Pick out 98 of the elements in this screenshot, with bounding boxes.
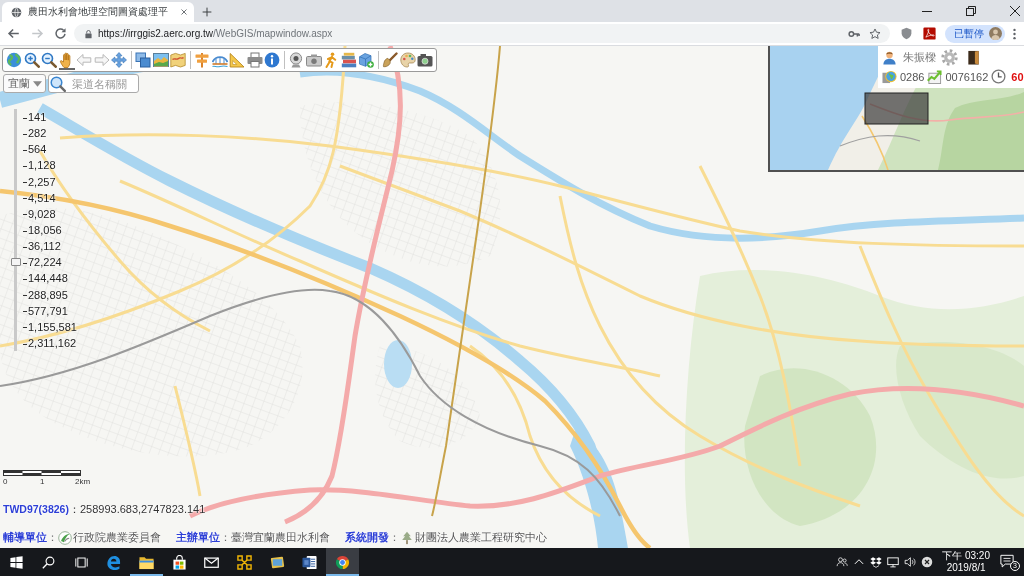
zoom-scale-label[interactable]: 72,224 (23, 254, 62, 271)
zoom-scale-label[interactable]: 2,257 (23, 173, 56, 190)
browser-icon (106, 554, 122, 570)
network-nodes-icon (237, 554, 253, 570)
tree-logo-icon (400, 530, 414, 545)
folder-icon (139, 554, 155, 570)
profile-button[interactable]: 已暫停 (945, 24, 1005, 43)
folded-map-icon[interactable] (170, 52, 186, 68)
user-code: 0286 (900, 70, 925, 83)
cube-plus-icon[interactable] (358, 52, 374, 68)
globe-icon (882, 69, 897, 84)
caret-down-icon (33, 80, 42, 87)
palette-icon[interactable] (399, 52, 416, 68)
avatar-icon (989, 27, 1002, 40)
camera-icon[interactable] (305, 52, 322, 68)
clock-icon (991, 69, 1007, 84)
clock-time[interactable]: 下午 03:20 (942, 550, 990, 562)
signpost-icon[interactable] (194, 52, 210, 68)
credit-label: 主辦單位： (176, 530, 231, 545)
credit-label: 輔導單位： (3, 530, 58, 545)
four-arrows-icon[interactable] (111, 52, 127, 68)
speaker-icon[interactable] (904, 556, 917, 568)
zoom-scale-label[interactable]: 1,128 (23, 157, 56, 174)
search-icon[interactable] (42, 555, 56, 569)
menu-icon[interactable] (1013, 27, 1016, 40)
user-icon (882, 50, 897, 65)
zoom-out-icon[interactable] (41, 52, 57, 68)
scale-label: 2km (75, 477, 91, 486)
url-text: https://irrggis2.aerc.org.tw/WebGIS/mapwindow.aspx (98, 28, 333, 39)
webcam-icon[interactable] (288, 52, 304, 68)
coordinate-system-label: TWD97(3826) (3, 503, 69, 515)
zoom-scale-label[interactable]: 282 (23, 125, 47, 142)
zoom-scale-label[interactable]: 2,311,162 (23, 334, 77, 352)
shield-icon[interactable] (900, 27, 913, 40)
circle-browser-icon (335, 554, 351, 570)
zoom-scale-label[interactable]: 36,112 (23, 238, 61, 255)
scale-label: 1 (40, 477, 45, 486)
credit-value: 臺灣宜蘭農田水利會 (231, 530, 330, 545)
taskbar-button[interactable] (326, 548, 359, 576)
zoom-slider-track[interactable] (11, 109, 21, 352)
zoom-scale-label[interactable]: 141 (23, 109, 47, 126)
start-icon[interactable] (9, 555, 23, 569)
channel-search-field[interactable]: 渠道名稱關 (48, 74, 139, 93)
search-icon (50, 75, 66, 92)
zoom-slider-thumb[interactable] (11, 257, 21, 266)
credit-value: 行政院農業委員會 (73, 530, 161, 545)
door-icon[interactable] (966, 50, 981, 65)
lock-icon (84, 28, 93, 39)
credit-label: 系統開發： (345, 530, 400, 545)
clock-date[interactable]: 2019/8/1 (946, 562, 986, 574)
task-view-icon[interactable] (74, 555, 88, 569)
close-icon[interactable] (1010, 6, 1020, 16)
zoom-scale-label[interactable]: 18,056 (23, 222, 62, 239)
credit-value: 財團法人農業工程研究中心 (415, 530, 547, 545)
layers-icon[interactable] (135, 52, 151, 68)
zoom-scale-label[interactable]: 288,895 (23, 286, 68, 303)
globe-icon[interactable] (6, 52, 22, 68)
zoom-scale-label[interactable]: 1,155,581 (23, 318, 77, 335)
restore-icon[interactable] (966, 6, 976, 16)
zoom-in-icon[interactable] (23, 52, 40, 68)
hand-icon[interactable] (58, 52, 75, 70)
globe-icon (11, 6, 22, 18)
info-icon[interactable] (264, 52, 280, 68)
zoom-scale-label[interactable]: 577,791 (23, 302, 68, 319)
zoom-scale-label[interactable]: 4,514 (23, 189, 56, 206)
session-timer: 60 (1011, 70, 1024, 83)
scale-label: 0 (3, 477, 8, 486)
user-name: 朱振樑 (903, 50, 936, 65)
zoom-scale-label[interactable]: 564 (23, 141, 47, 158)
document-icon (302, 554, 318, 570)
user-count: 0076162 (945, 70, 989, 83)
camera-icon[interactable] (417, 52, 433, 68)
coordinates-value: ：258993.683,2747823.141 (68, 502, 206, 517)
pdf-icon[interactable] (923, 27, 936, 40)
zoom-scale-label[interactable]: 9,028 (23, 205, 56, 222)
landscape-icon[interactable] (152, 52, 169, 68)
address-field[interactable]: https://irrggis2.aerc.org.tw/WebGIS/mapwindow.aspx (74, 24, 890, 43)
rising-chart-icon (927, 69, 943, 84)
brush-icon[interactable] (382, 52, 398, 68)
shopping-bag-icon (171, 554, 187, 570)
leaf-logo-icon (58, 530, 72, 545)
browser-tab[interactable]: 農田水利會地理空間圖資處理平 (2, 2, 194, 22)
monitor-icon[interactable] (887, 556, 900, 568)
books-icon[interactable] (340, 52, 357, 68)
view-extent-rectangle[interactable] (864, 92, 929, 125)
reload-icon[interactable] (54, 27, 67, 40)
star-icon[interactable] (869, 27, 881, 40)
x-circle-icon[interactable] (921, 556, 934, 568)
diamonds-icon[interactable] (870, 556, 883, 568)
envelope-icon (204, 554, 220, 570)
plus-icon[interactable] (202, 7, 212, 17)
photo-card-icon (269, 554, 285, 570)
zoom-scale-label[interactable]: 144,448 (23, 270, 68, 287)
speech-bubble-icon[interactable] (1000, 554, 1014, 568)
back-arrow-icon[interactable] (7, 27, 20, 40)
region-select[interactable]: 宜蘭 (3, 74, 46, 93)
printer-icon[interactable] (246, 52, 263, 68)
people-icon[interactable] (836, 556, 849, 568)
